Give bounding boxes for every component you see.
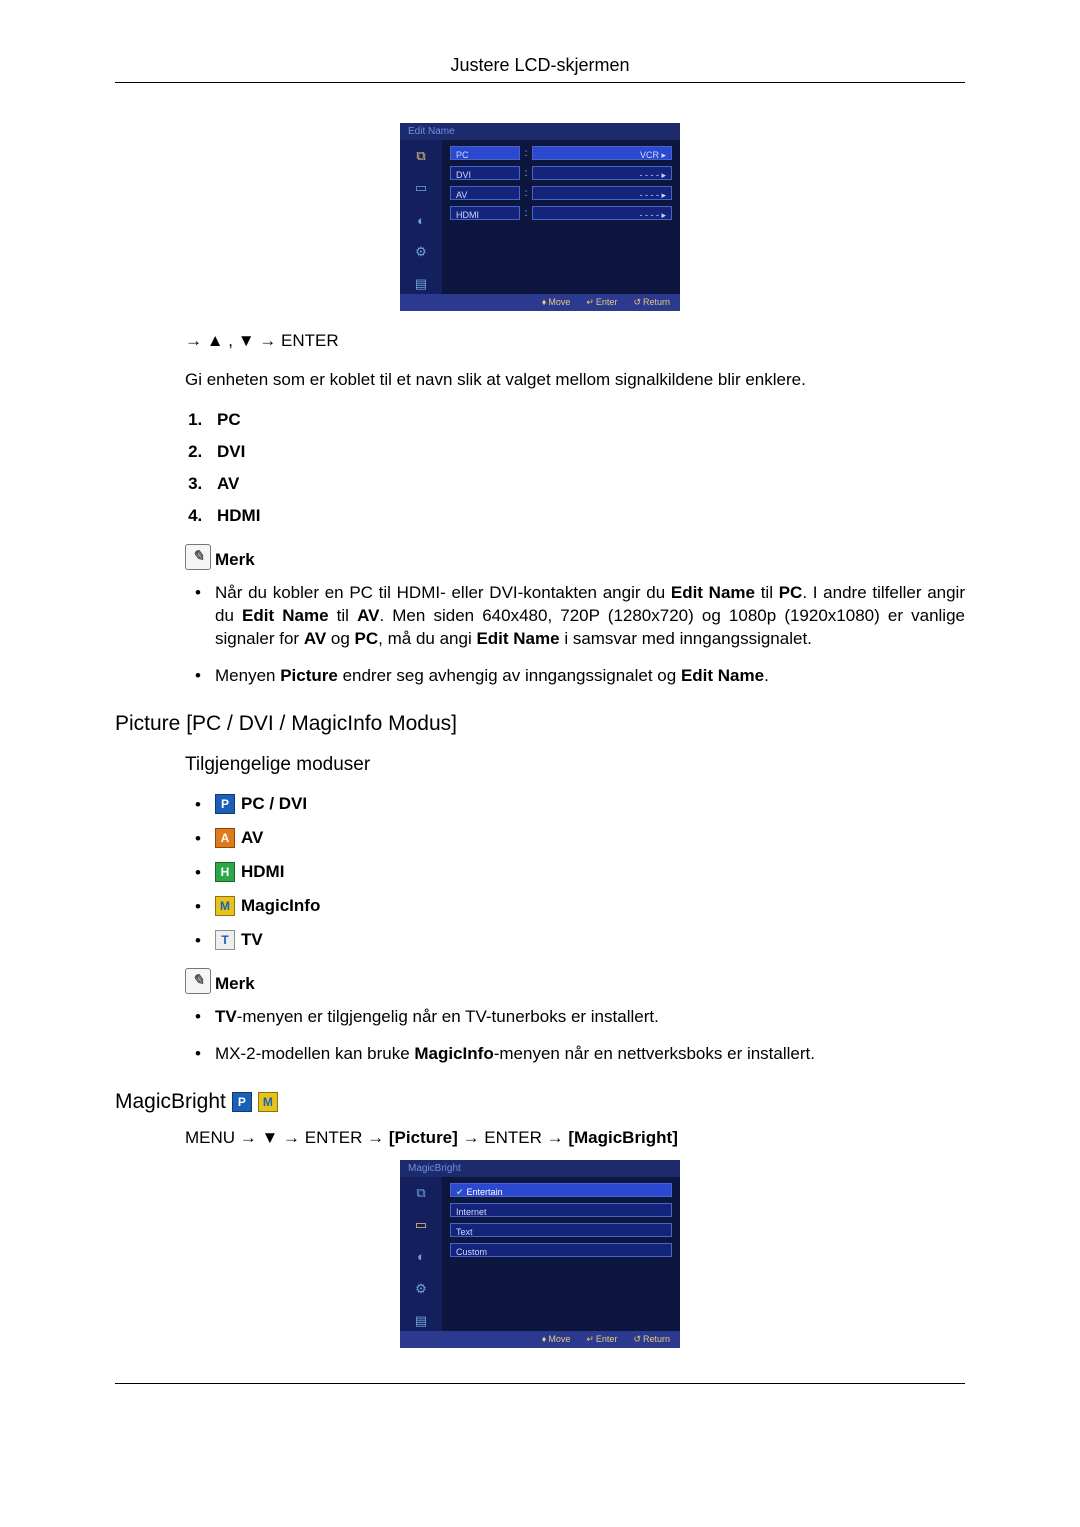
osd-title: MagicBright [400,1160,680,1177]
osd-footer: ♦Move ↵Enter ↺Return [400,1331,680,1348]
mode-item: M MagicInfo [185,896,965,916]
osd-row-label: AV [450,186,520,200]
osd-icon-multi: ▤ [411,274,431,294]
mode-item: H HDMI [185,862,965,882]
osd-row-value: - - - - ▸ [532,186,672,200]
notes-list-2: TV-menyen er tilgjengelig når en TV-tune… [185,1006,965,1066]
osd-magicbright: MagicBright ⧉ ▭ ◐ ⚙ ▤ ✔Entertain Interne… [400,1160,680,1348]
osd-row-label: DVI [450,166,520,180]
badge-h-icon: H [215,862,235,882]
note-item: Når du kobler en PC til HDMI- eller DVI-… [185,582,965,651]
osd-option: Custom [450,1243,672,1257]
osd-icon-setup: ⚙ [411,1279,431,1299]
osd-option: Internet [450,1203,672,1217]
osd-icon-setup: ⚙ [411,242,431,262]
notes-list: Når du kobler en PC til HDMI- eller DVI-… [185,582,965,688]
osd-icon-input: ⧉ [411,146,431,166]
osd-row-value: - - - - ▸ [532,166,672,180]
osd-sidebar: ⧉ ▭ ◐ ⚙ ▤ [400,1177,442,1331]
badge-a-icon: A [215,828,235,848]
badge-p-icon: P [232,1092,252,1112]
osd-footer: ♦Move ↵Enter ↺Return [400,294,680,311]
mode-item: P PC / DVI [185,794,965,814]
osd-edit-name: Edit Name ⧉ ▭ ◐ ⚙ ▤ PC : VCR ▸ DVI : - -… [400,123,680,311]
osd-row-value: - - - - ▸ [532,206,672,220]
mode-item: T TV [185,930,965,950]
osd-row-label: PC [450,146,520,160]
osd-sidebar: ⧉ ▭ ◐ ⚙ ▤ [400,140,442,294]
note-item: Menyen Picture endrer seg avhengig av in… [185,665,965,688]
note-icon: ✎ [185,968,211,994]
list-item: HDMI [207,506,965,526]
badge-p-icon: P [215,794,235,814]
osd-icon-sound: ◐ [411,1247,431,1267]
badge-m-icon: M [258,1092,278,1112]
list-item: AV [207,474,965,494]
input-list: PC DVI AV HDMI [185,410,965,526]
section-picture: Picture [PC / DVI / MagicInfo Modus] [115,712,965,736]
badge-m-icon: M [215,896,235,916]
note-item: MX-2-modellen kan bruke MagicInfo-menyen… [185,1043,965,1066]
modes-list: P PC / DVI A AV H HDMI M MagicInfo T TV [185,794,965,950]
sub-modes: Tilgjengelige moduser [185,754,965,776]
osd-option: Text [450,1223,672,1237]
header-rule [115,82,965,83]
mode-item: A AV [185,828,965,848]
osd-icon-input: ⧉ [411,1183,431,1203]
page-header: Justere LCD-skjermen [115,55,965,76]
intro-text: Gi enheten som er koblet til et navn sli… [185,369,965,392]
menu-path: MENU → ▼ → ENTER → [Picture] → ENTER → [… [185,1128,965,1148]
osd-icon-picture: ▭ [411,178,431,198]
note-item: TV-menyen er tilgjengelig når en TV-tune… [185,1006,965,1029]
list-item: DVI [207,442,965,462]
badge-t-icon: T [215,930,235,950]
section-magicbright: MagicBright P M [115,1090,965,1114]
osd-icon-multi: ▤ [411,1311,431,1331]
list-item: PC [207,410,965,430]
nav-sequence: → ▲ , ▼ → ENTER [185,331,965,351]
osd-icon-sound: ◐ [411,210,431,230]
note-icon: ✎ [185,544,211,570]
note-heading: ✎ Merk [185,968,965,994]
osd-row-value: VCR ▸ [532,146,672,160]
osd-icon-picture: ▭ [411,1215,431,1235]
osd-option: ✔Entertain [450,1183,672,1197]
note-heading: ✎ Merk [185,544,965,570]
osd-title: Edit Name [400,123,680,140]
footer-rule [115,1383,965,1384]
osd-row-label: HDMI [450,206,520,220]
